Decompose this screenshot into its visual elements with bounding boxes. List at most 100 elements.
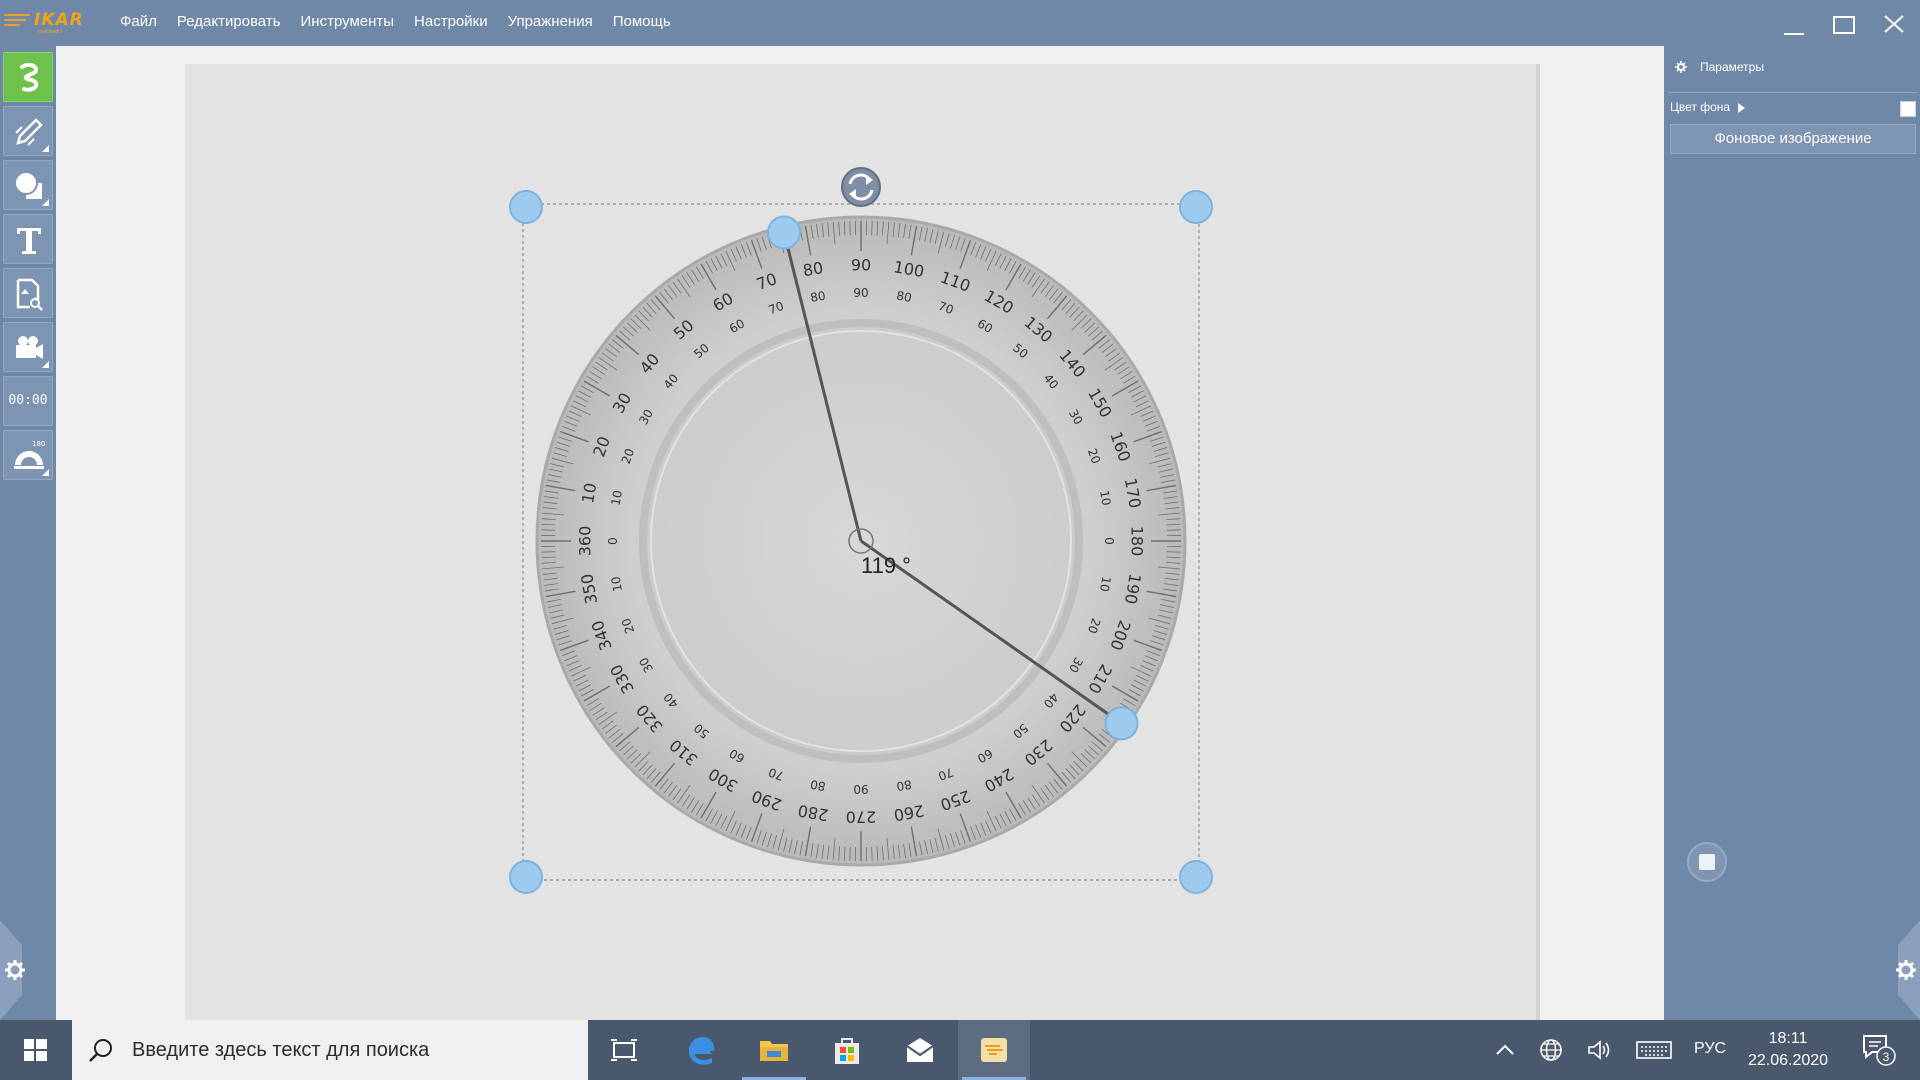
timer-display: 00:00 bbox=[8, 393, 48, 408]
arm-2-handle[interactable] bbox=[1104, 706, 1139, 741]
timer-tool-button[interactable]: 00:00 bbox=[3, 376, 53, 426]
protractor-tick-label: 80 bbox=[895, 777, 912, 793]
resize-handle-bottom-left[interactable] bbox=[509, 860, 543, 894]
maximize-icon bbox=[1833, 16, 1855, 34]
bg-image-button[interactable]: Фоновое изображение bbox=[1670, 124, 1916, 154]
close-icon bbox=[1884, 15, 1904, 33]
keyboard-icon bbox=[1636, 1041, 1672, 1059]
protractor-tick-label: 90 bbox=[853, 782, 868, 796]
notifications-button[interactable]: 3 bbox=[1858, 1020, 1902, 1080]
pen-tool-button[interactable] bbox=[3, 106, 53, 156]
mail-button[interactable] bbox=[884, 1020, 956, 1080]
app-logo: IKAR multimedia bbox=[4, 10, 100, 35]
protractor-tick-label: 10 bbox=[609, 489, 625, 506]
menu-settings[interactable]: Настройки bbox=[414, 0, 488, 46]
parameters-header: Параметры bbox=[1674, 60, 1764, 74]
bg-color-row[interactable]: Цвет фона bbox=[1670, 100, 1916, 118]
camera-icon bbox=[16, 336, 43, 359]
resize-handle-bottom-right[interactable] bbox=[1179, 860, 1213, 894]
pencil-icon bbox=[15, 118, 43, 146]
task-view-icon bbox=[611, 1039, 637, 1061]
notification-center-icon: 3 bbox=[1863, 1035, 1896, 1066]
protractor-tick-label: 180 bbox=[1128, 526, 1147, 557]
ikar-app-icon bbox=[981, 1038, 1007, 1062]
menu-help[interactable]: Помощь bbox=[613, 0, 671, 46]
task-view-button[interactable] bbox=[588, 1020, 660, 1080]
rotate-handle[interactable] bbox=[841, 167, 881, 207]
menu-edit[interactable]: Редактировать bbox=[177, 0, 281, 46]
ikar-app-button[interactable] bbox=[958, 1020, 1030, 1080]
protractor-tick-label: 0 bbox=[1102, 537, 1116, 545]
angle-readout: 119 ° bbox=[861, 553, 911, 578]
right-settings-tab[interactable] bbox=[1890, 920, 1920, 1020]
start-button[interactable] bbox=[0, 1020, 72, 1080]
globe-icon bbox=[1540, 1039, 1562, 1061]
network-button[interactable] bbox=[1538, 1020, 1568, 1080]
left-settings-tab[interactable] bbox=[0, 920, 30, 1020]
logo-subtext: multimedia bbox=[38, 29, 63, 35]
mail-icon bbox=[906, 1038, 934, 1062]
taskbar-clock[interactable]: 18:11 22.06.2020 bbox=[1738, 1028, 1838, 1072]
select-tool-button[interactable] bbox=[3, 52, 53, 102]
text-icon bbox=[17, 228, 41, 254]
shapes-icon bbox=[14, 171, 42, 199]
protractor-tick-label: 80 bbox=[801, 258, 824, 280]
volume-button[interactable] bbox=[1586, 1020, 1616, 1080]
protractor-tick-label: 270 bbox=[846, 808, 877, 827]
protractor-tick-label: 80 bbox=[809, 777, 826, 793]
document-search-icon bbox=[16, 278, 43, 311]
text-tool-button[interactable] bbox=[3, 214, 53, 264]
file-explorer-button[interactable] bbox=[738, 1020, 810, 1080]
left-toolbar: 00:00 180 bbox=[0, 46, 56, 1020]
shapes-tool-button[interactable] bbox=[3, 160, 53, 210]
menu-tools[interactable]: Инструменты bbox=[301, 0, 395, 46]
windows-taskbar: Введите здесь текст для поиска РУС 18:11… bbox=[0, 1020, 1920, 1080]
resize-handle-top-right[interactable] bbox=[1179, 190, 1213, 224]
protractor-tick-label: 80 bbox=[809, 289, 826, 305]
store-bag-icon bbox=[835, 1038, 859, 1064]
stop-button[interactable] bbox=[1687, 842, 1727, 882]
store-button[interactable] bbox=[811, 1020, 883, 1080]
protractor-tick-label: 10 bbox=[578, 481, 600, 504]
maximize-button[interactable] bbox=[1828, 8, 1860, 40]
menu-file[interactable]: Файл bbox=[120, 0, 157, 46]
protractor-tick-label: 10 bbox=[1097, 489, 1113, 506]
document-tool-button[interactable] bbox=[3, 268, 53, 318]
clock-time: 18:11 bbox=[1768, 1030, 1808, 1047]
protractor-tick-label: 10 bbox=[1097, 575, 1113, 592]
bg-color-label: Цвет фона bbox=[1670, 100, 1731, 114]
search-placeholder: Введите здесь текст для поиска bbox=[132, 1039, 430, 1061]
arm-1-handle[interactable] bbox=[767, 215, 802, 250]
pointer-hand-icon bbox=[20, 62, 39, 92]
protractor-tick-label: 90 bbox=[851, 256, 871, 275]
stop-icon bbox=[1699, 854, 1715, 870]
protractor-tick-label: 360 bbox=[576, 526, 595, 557]
logo-text: IKAR bbox=[34, 10, 84, 30]
minimize-button[interactable] bbox=[1778, 8, 1810, 40]
resize-handle-top-left[interactable] bbox=[509, 190, 543, 224]
menu-exercises[interactable]: Упражнения bbox=[508, 0, 593, 46]
clock-date: 22.06.2020 bbox=[1747, 1052, 1829, 1069]
edge-browser-icon bbox=[689, 1037, 715, 1065]
notification-count: 3 bbox=[1883, 1050, 1890, 1064]
protractor-tool-button[interactable]: 180 bbox=[3, 430, 53, 480]
parameters-label: Параметры bbox=[1700, 60, 1764, 74]
protractor-badge: 180 bbox=[32, 440, 45, 448]
touch-keyboard-button[interactable] bbox=[1634, 1020, 1674, 1080]
input-language[interactable]: РУС bbox=[1694, 1040, 1726, 1058]
protractor-icon: 180 bbox=[14, 440, 45, 469]
close-button[interactable] bbox=[1878, 8, 1910, 40]
chevron-up-icon bbox=[1496, 1044, 1514, 1055]
protractor-tick-label: 10 bbox=[609, 575, 625, 592]
edge-button[interactable] bbox=[665, 1020, 737, 1080]
gear-icon bbox=[1675, 61, 1687, 73]
video-tool-button[interactable] bbox=[3, 322, 53, 372]
taskbar-search[interactable]: Введите здесь текст для поиска bbox=[72, 1020, 588, 1080]
tray-overflow-button[interactable] bbox=[1490, 1020, 1520, 1080]
speaker-icon bbox=[1588, 1040, 1610, 1060]
title-bar: IKAR multimedia Файл Редактировать Инстр… bbox=[0, 0, 1920, 46]
bg-color-swatch[interactable] bbox=[1900, 101, 1916, 117]
windows-logo-icon bbox=[24, 1039, 47, 1061]
search-icon bbox=[89, 1039, 112, 1062]
expand-arrow-icon bbox=[1738, 102, 1746, 113]
